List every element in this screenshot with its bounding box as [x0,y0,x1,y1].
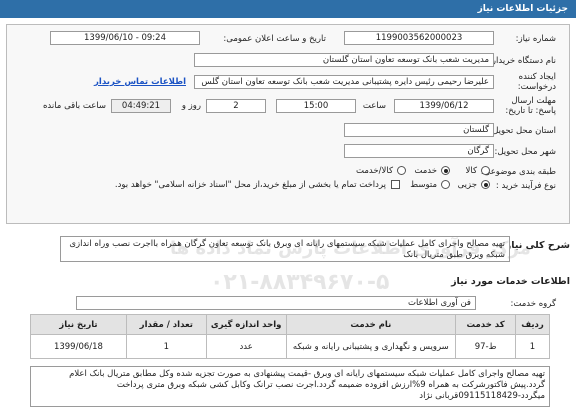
general-desc-label: شرح کلی نیاز: [501,240,570,251]
table-row: 1 ط-97 سرویس و نگهداری و پشتیبانی رایانه… [30,334,550,359]
buyer-label: نام دستگاه خریدار: [489,56,556,66]
deadline-label: مهلت ارسال پاسخ: تا تاریخ: [505,96,556,116]
col-unit: واحد اندازه گیری [205,314,287,335]
deadline-date-field: 1399/06/12 [394,99,494,113]
buyer-contact-link[interactable]: اطلاعات تماس خریدار [94,77,186,87]
col-code: کد خدمت [455,314,517,335]
process-label: نوع فرآیند خرید : [495,181,556,191]
process-option-medium: متوسط [410,180,437,190]
payment-note: پرداخت تمام یا بخشی از مبلغ خرید،از محل … [114,180,386,190]
need-number-field: 1199003562000023 [344,31,494,45]
city-label: شهر محل تحویل: [494,147,556,157]
process-radio-medium[interactable] [441,180,450,189]
category-option-both: کالا/خدمت [356,166,393,176]
city-field: گرگان [344,144,494,158]
category-label: طبقه بندی موضوعی: [480,167,556,177]
category-radio-goods[interactable] [481,166,490,175]
page-title: جزئیات اطلاعات نیاز [477,4,568,14]
days-field: 2 [206,99,266,113]
buyer-notes-box: تهیه مصالح واجرای کامل عملیات شبکه سیستم… [30,366,550,407]
cell-date: 1399/06/18 [30,334,127,359]
creator-label: ایجاد کننده درخواست: [517,72,556,92]
cell-code: ط-97 [455,334,517,359]
treasury-checkbox[interactable] [391,180,400,189]
province-field: گلستان [344,123,494,137]
service-group-field: فن آوری اطلاعات [76,296,476,310]
col-qty: تعداد / مقدار [125,314,207,335]
announce-label: تاریخ و ساعت اعلان عمومی: [223,34,326,44]
creator-field: علیرضا رحیمی رئیس دایره پشتیبانی مدیریت … [194,75,494,89]
days-label: روز و [181,101,201,111]
service-group-label: گروه خدمت: [510,299,556,309]
col-date: تاریخ نیاز [30,314,127,335]
province-label: استان محل تحویل: [489,126,556,136]
deadline-time-label: ساعت [362,101,386,111]
cell-qty: 1 [125,334,207,359]
page-header: جزئیات اطلاعات نیاز [0,0,576,18]
cell-name: سرویس و نگهداری و پشتیبانی رایانه و شبکه [285,334,457,359]
process-radio-minor[interactable] [481,180,490,189]
col-name: نام خدمت [285,314,457,335]
process-option-minor: جزیی [457,180,477,190]
cell-unit: عدد [205,334,287,359]
deadline-time-field: 15:00 [276,99,356,113]
services-table: ردیف کد خدمت نام خدمت واحد اندازه گیری ت… [30,314,550,359]
need-number-label: شماره نیاز: [515,34,556,44]
remaining-label: ساعت باقی مانده [42,101,106,111]
announce-field: 1399/06/10 - 09:24 [50,31,200,45]
cell-row: 1 [515,334,550,359]
col-row: ردیف [515,314,550,335]
category-option-goods: کالا [465,166,477,176]
watermark-phone: ۰۲۱-۸۸۳۴۹۶۷۰-۵ [210,270,390,295]
table-header-row: ردیف کد خدمت نام خدمت واحد اندازه گیری ت… [30,314,550,335]
category-radio-both[interactable] [397,166,406,175]
category-radio-service[interactable] [441,166,450,175]
services-title: اطلاعات خدمات مورد نیاز [451,276,570,287]
general-desc-box: تهیه مصالح واجرای کامل عملیات شبکه سیستم… [60,236,510,262]
category-option-service: خدمت [414,166,437,176]
buyer-field: مدیریت شعب بانک توسعه تعاون استان گلستان [194,53,494,67]
remaining-time-field: 04:49:21 [111,99,171,113]
